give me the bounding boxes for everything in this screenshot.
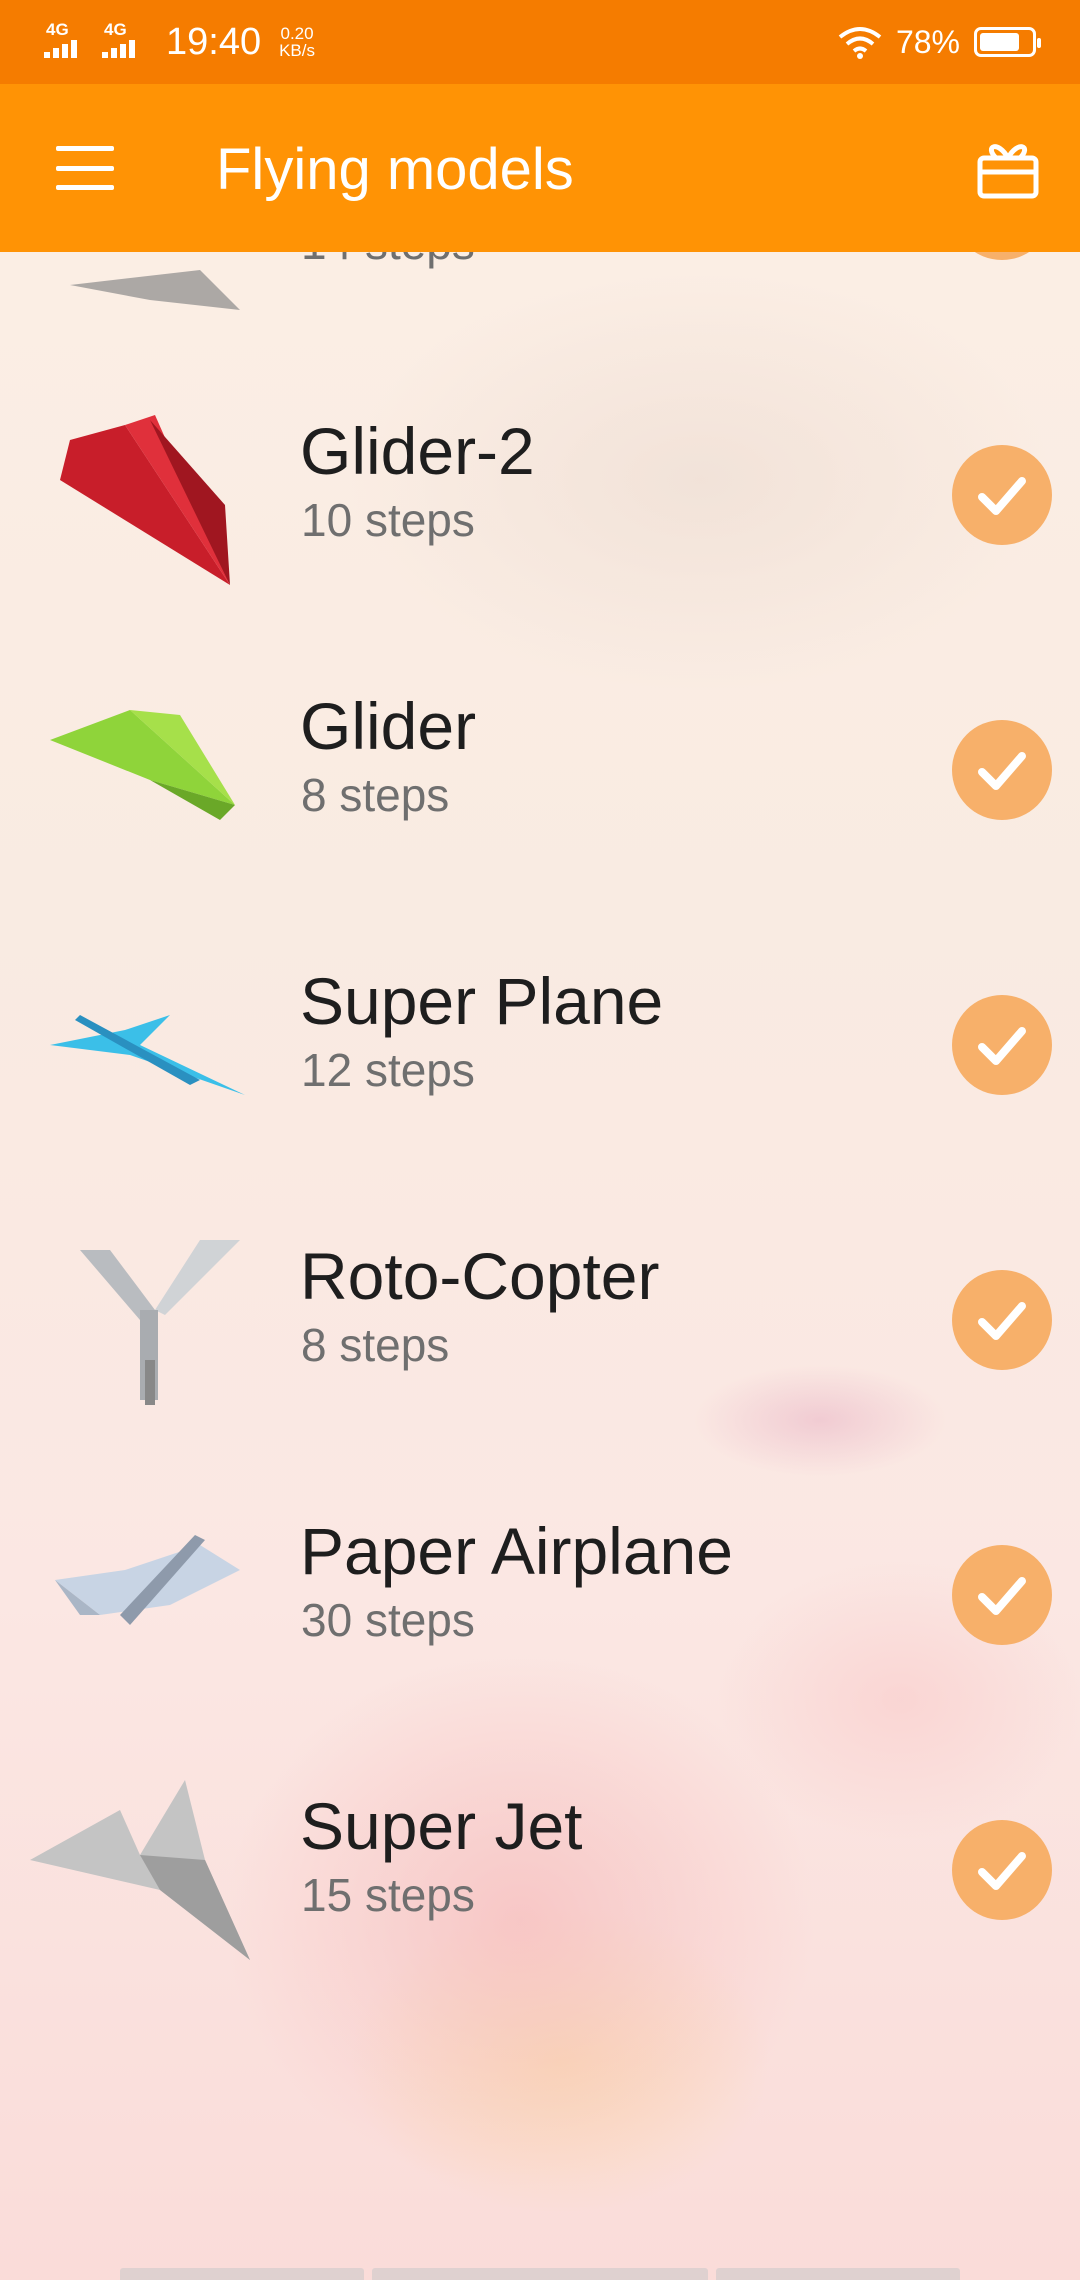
list-item[interactable]: Paper Airplane 30 steps: [0, 1495, 1080, 1770]
list-item[interactable]: Super Plane 12 steps: [0, 945, 1080, 1220]
list-item[interactable]: Roto-Copter 8 steps: [0, 1220, 1080, 1495]
model-name: Super Jet: [300, 1789, 583, 1863]
green-glider-thumbnail: [50, 710, 235, 820]
model-name: Roto-Copter: [300, 1239, 660, 1313]
model-name: Glider: [300, 689, 477, 763]
list-item[interactable]: Glider-2 10 steps: [0, 395, 1080, 670]
paper-jet-thumbnail: [30, 1780, 250, 1960]
list-item[interactable]: Super Jet 15 steps: [0, 1770, 1080, 2045]
bottom-tab-edge-2: [372, 2268, 708, 2280]
model-steps: 10 steps: [301, 494, 475, 546]
check-icon: [952, 1270, 1052, 1370]
blue-plane-thumbnail: [50, 1015, 245, 1095]
network-type-label: 4G: [46, 20, 69, 39]
paper-airplane-thumbnail: [55, 1535, 240, 1625]
app-bar: Flying models: [0, 84, 1080, 252]
battery-percentage: 78%: [895, 23, 960, 60]
battery-icon: [974, 27, 1041, 57]
red-glider-thumbnail: [60, 415, 230, 585]
page-title: Flying models: [216, 137, 574, 202]
check-icon: [952, 445, 1052, 545]
model-steps: 8 steps: [301, 769, 450, 821]
signal-icon: 4G: [44, 20, 92, 60]
network-type-label: 4G: [104, 20, 127, 39]
network-speed-unit: KB/s: [279, 41, 315, 60]
signal-icon: 4G: [102, 20, 150, 60]
network-speed: 0.20 KB/s: [279, 25, 315, 59]
check-icon: [952, 1820, 1052, 1920]
wifi-icon: [838, 27, 882, 59]
model-steps: 30 steps: [301, 1594, 475, 1646]
clock: 19:40: [166, 20, 262, 63]
status-bar: 4G 4G 19:40 0.20 KB/s 78%: [0, 0, 1080, 84]
bottom-tab-edge-1: [120, 2268, 364, 2280]
model-name: Super Plane: [300, 964, 664, 1038]
model-steps: 8 steps: [301, 1319, 450, 1371]
model-steps: 15 steps: [301, 1869, 475, 1921]
roto-copter-thumbnail: [80, 1240, 240, 1405]
gift-box-icon[interactable]: [976, 136, 1040, 200]
model-name: Glider-2: [300, 414, 535, 488]
check-icon: [952, 1545, 1052, 1645]
hamburger-menu-icon[interactable]: [56, 146, 114, 190]
model-steps: 12 steps: [301, 1044, 475, 1096]
model-name: Paper Airplane: [300, 1514, 733, 1588]
network-speed-value: 0.20: [280, 24, 314, 43]
list-item[interactable]: Glider 8 steps: [0, 670, 1080, 945]
bottom-tab-edge-3: [716, 2268, 960, 2280]
check-icon: [952, 995, 1052, 1095]
check-icon: [952, 720, 1052, 820]
